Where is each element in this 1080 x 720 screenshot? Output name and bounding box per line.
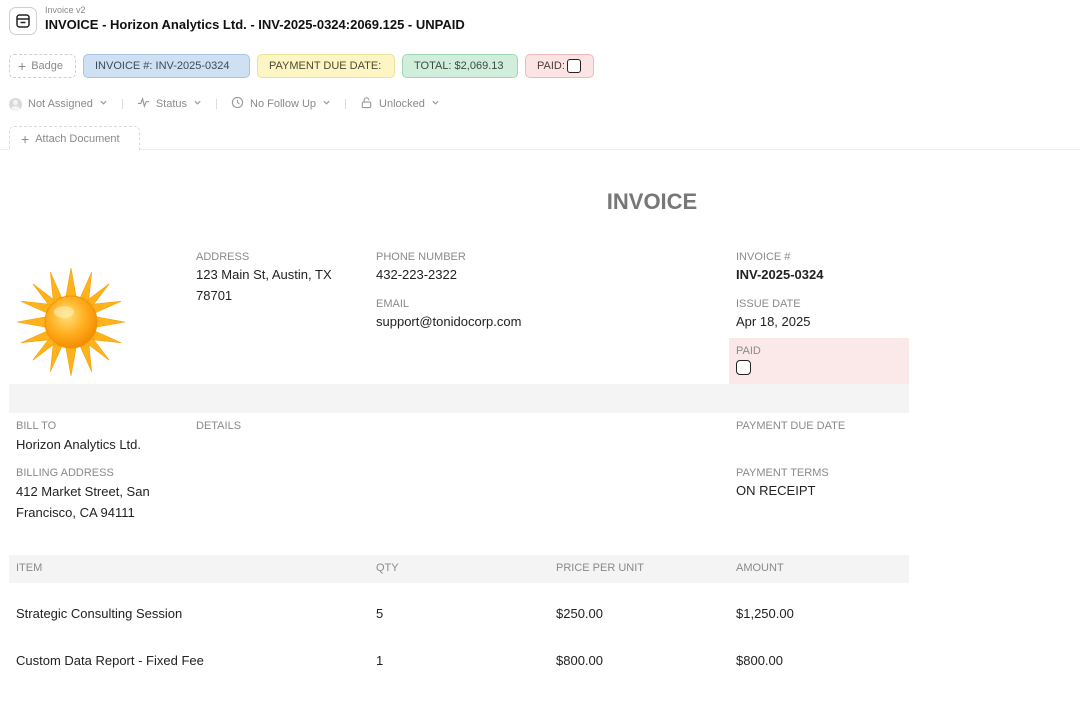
sun-logo — [16, 267, 126, 377]
address-label: ADDRESS — [196, 251, 250, 263]
paid-badge-checkbox[interactable] — [566, 59, 581, 73]
follow-up-dropdown[interactable]: No Follow Up — [231, 96, 331, 112]
clock-icon — [231, 96, 244, 112]
invoice-number-badge[interactable]: INVOICE #: INV-2025-0324 — [83, 54, 250, 78]
billing-address-value: 412 Market Street, San Francisco, CA 941… — [16, 484, 150, 520]
chevron-down-icon — [99, 98, 108, 110]
bill-to-label: BILL TO — [16, 420, 57, 432]
address-value: 123 Main St, Austin, TX 78701 — [196, 267, 332, 303]
details-label: DETAILS — [196, 420, 242, 432]
item-price: $250.00 — [556, 606, 603, 621]
activity-icon — [137, 96, 150, 112]
paid-label: PAID — [736, 345, 761, 357]
bill-to-value: Horizon Analytics Ltd. — [16, 437, 142, 452]
payment-terms-value: ON RECEIPT — [736, 483, 816, 498]
divider — [121, 99, 123, 109]
invoice-box-icon[interactable] — [9, 7, 37, 35]
status-label: Status — [155, 98, 188, 110]
item-qty: 1 — [376, 653, 384, 668]
follow-up-label: No Follow Up — [250, 98, 317, 110]
item-qty: 5 — [376, 606, 384, 621]
lock-label: Unlocked — [379, 98, 425, 110]
invoice-number-value: INV-2025-0324 — [736, 267, 824, 282]
record-header: Invoice v2 INVOICE - Horizon Analytics L… — [0, 0, 1080, 150]
issue-date-label: ISSUE DATE — [736, 298, 801, 310]
status-dropdown[interactable]: Status — [137, 96, 202, 112]
invoice-number-label: INVOICE # — [736, 251, 791, 263]
paid-checkbox[interactable] — [736, 360, 751, 375]
column-header-item: ITEM — [16, 562, 43, 574]
column-header-qty: QTY — [376, 562, 399, 574]
payment-due-date-label: PAYMENT DUE DATE — [736, 420, 846, 432]
total-badge[interactable]: TOTAL: $2,069.13 — [402, 54, 518, 78]
assignee-dropdown[interactable]: Not Assigned — [9, 97, 108, 111]
chevron-down-icon — [431, 98, 440, 110]
lock-dropdown[interactable]: Unlocked — [360, 96, 440, 112]
issue-date-value: Apr 18, 2025 — [736, 314, 811, 329]
column-header-price: PRICE PER UNIT — [556, 562, 645, 574]
paid-badge[interactable]: PAID: — [525, 54, 594, 78]
item-amount: $1,250.00 — [736, 606, 794, 621]
app-label: Invoice v2 — [45, 5, 86, 15]
chevron-down-icon — [322, 98, 331, 110]
plus-icon: + — [18, 58, 27, 74]
phone-value: 432-223-2322 — [376, 267, 457, 282]
invoice-heading: INVOICE — [606, 189, 698, 214]
attach-document-button[interactable]: + Attach Document — [9, 126, 140, 150]
billing-address-label: BILLING ADDRESS — [16, 467, 114, 479]
column-header-amount: AMOUNT — [736, 562, 784, 574]
avatar — [9, 97, 22, 111]
divider — [216, 99, 218, 109]
email-value: support@tonidocorp.com — [376, 314, 522, 329]
payment-terms-label: PAYMENT TERMS — [736, 467, 829, 479]
payment-due-badge[interactable]: PAYMENT DUE DATE: — [257, 54, 395, 78]
add-badge-button[interactable]: + Badge — [9, 54, 76, 78]
item-amount: $800.00 — [736, 653, 783, 668]
unlock-icon — [360, 96, 373, 112]
add-badge-label: Badge — [31, 60, 63, 72]
item-name: Custom Data Report - Fixed Fee — [16, 653, 204, 668]
item-name: Strategic Consulting Session — [16, 606, 183, 621]
phone-label: PHONE NUMBER — [376, 251, 466, 263]
section-divider-band — [9, 384, 909, 413]
item-price: $800.00 — [556, 653, 603, 668]
email-label: EMAIL — [376, 298, 410, 310]
plus-icon: + — [21, 130, 30, 147]
assignee-label: Not Assigned — [28, 98, 93, 110]
meta-row: Not Assigned Status No Follow Up Unlocke… — [9, 95, 440, 113]
divider — [345, 99, 347, 109]
chevron-down-icon — [193, 98, 202, 110]
page-title: INVOICE - Horizon Analytics Ltd. - INV-2… — [45, 17, 465, 32]
attach-document-label: Attach Document — [35, 132, 120, 145]
paid-badge-label: PAID: — [537, 60, 565, 72]
